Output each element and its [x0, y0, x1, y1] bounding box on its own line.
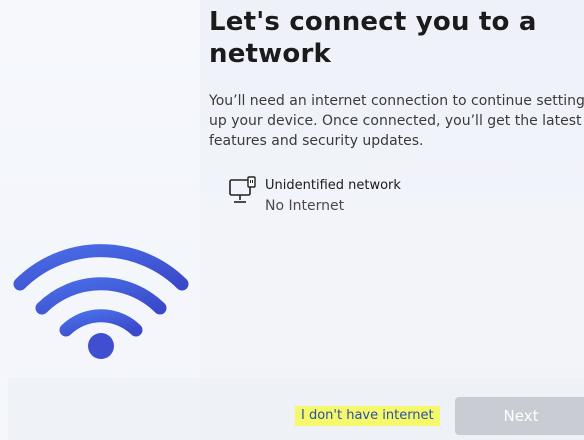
next-button[interactable]: Next [455, 397, 584, 435]
no-internet-link[interactable]: I don't have internet [295, 406, 440, 426]
network-list-item[interactable]: Unidentified network No Internet [228, 176, 418, 220]
wired-network-icon [229, 176, 256, 203]
oobe-network-screen: Let's connect you to a network You’ll ne… [0, 0, 584, 440]
page-title: Let's connect you to a network [209, 7, 537, 69]
network-status: No Internet [265, 198, 345, 214]
wifi-icon [13, 244, 189, 359]
illustration-pane [0, 0, 200, 440]
network-name: Unidentified network [265, 178, 401, 193]
page-description: You’ll need an internet connection to co… [209, 93, 584, 149]
